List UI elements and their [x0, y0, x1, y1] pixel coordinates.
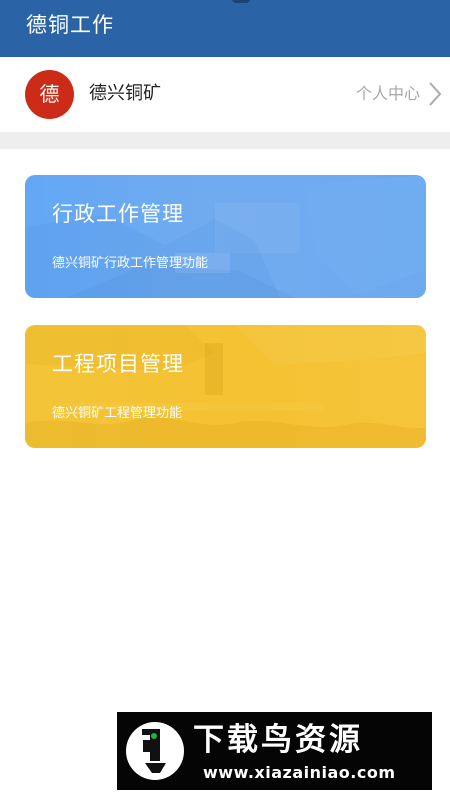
- chevron-right-icon: [429, 82, 442, 106]
- app-bar: 德铜工作: [0, 0, 450, 57]
- card-background-image: [25, 325, 426, 448]
- watermark-title: 下载鸟资源: [193, 722, 363, 758]
- avatar: 德: [25, 70, 74, 119]
- profile-center-label: 个人中心: [355, 84, 420, 103]
- card-title: 工程项目管理: [52, 352, 184, 376]
- status-notch: [232, 0, 250, 3]
- watermark-banner: 下载鸟资源 www.xiazainiao.com: [117, 712, 432, 790]
- card-subtitle: 德兴铜矿行政工作管理功能: [52, 256, 209, 271]
- app-title: 德铜工作: [26, 13, 114, 37]
- section-divider: [0, 132, 450, 149]
- card-title: 行政工作管理: [52, 202, 184, 226]
- admin-work-card[interactable]: 行政工作管理 德兴铜矿行政工作管理功能: [25, 175, 426, 298]
- user-name: 德兴铜矿: [89, 83, 161, 104]
- watermark-url: www.xiazainiao.com: [203, 763, 396, 782]
- engineering-project-card[interactable]: 工程项目管理 德兴铜矿工程管理功能: [25, 325, 426, 448]
- card-background-image: [25, 175, 426, 298]
- bird-logo-icon: [126, 722, 184, 780]
- profile-center-link[interactable]: 个人中心: [356, 79, 442, 109]
- card-subtitle: 德兴铜矿工程管理功能: [52, 406, 183, 421]
- user-row[interactable]: 德 德兴铜矿 个人中心: [0, 57, 450, 132]
